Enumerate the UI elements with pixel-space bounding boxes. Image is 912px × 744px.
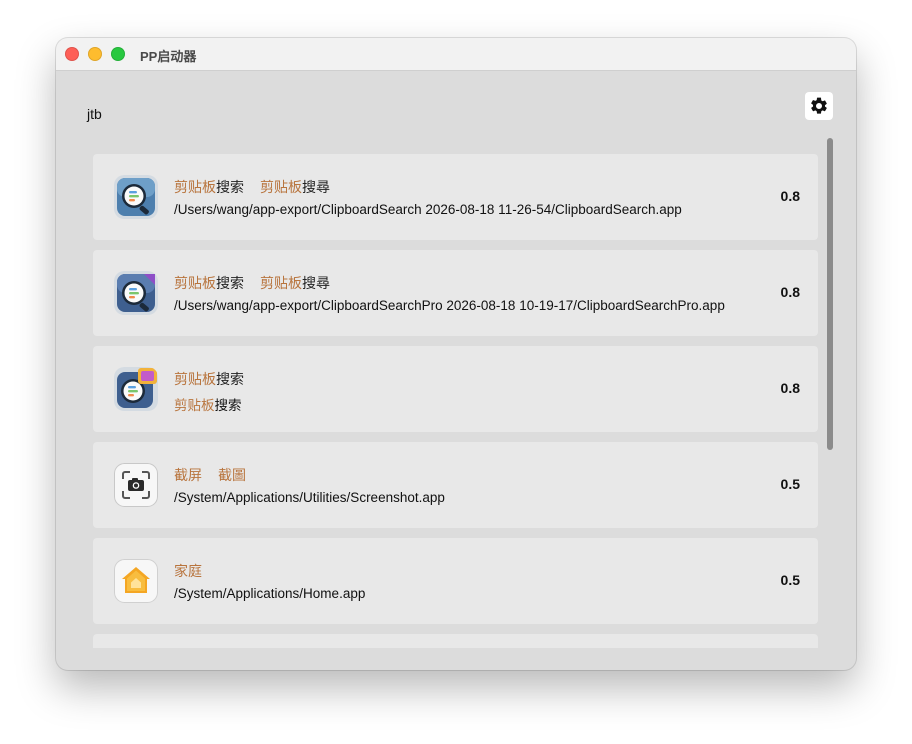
result-name-highlight: 剪贴板: [174, 275, 216, 291]
result-name-highlight: 家庭: [174, 563, 202, 579]
search-query-input[interactable]: jtb: [87, 106, 102, 122]
result-alt-name: 搜尋: [302, 275, 330, 291]
result-row-partial[interactable]: [93, 634, 818, 648]
result-score: 0.8: [780, 188, 800, 204]
result-row[interactable]: 截屏 截圖 /System/Applications/Utilities/Scre…: [93, 442, 818, 528]
minimize-button[interactable]: [88, 47, 102, 61]
screenshot-icon: [114, 463, 158, 507]
result-row[interactable]: 剪贴板搜索 剪贴板搜索 0.8: [93, 346, 818, 432]
result-score: 0.5: [780, 476, 800, 492]
result-alt-name: 搜尋: [302, 179, 330, 195]
clipboard-search-dev-icon: [114, 367, 158, 411]
clipboard-search-pro-icon: [114, 271, 158, 315]
zoom-button[interactable]: [111, 47, 125, 61]
results-list: 剪贴板搜索 剪贴板搜尋 /Users/wang/app-export/Clipbo…: [93, 154, 819, 648]
result-name-highlight: 剪贴板: [174, 371, 216, 387]
result-path-highlight: 剪贴板: [174, 398, 215, 413]
result-name: 搜索: [216, 275, 244, 291]
title-bar: PP启动器: [56, 38, 856, 71]
result-score: 0.8: [780, 380, 800, 396]
result-score: 0.5: [780, 572, 800, 588]
settings-button[interactable]: [805, 92, 833, 120]
window-title: PP启动器: [140, 49, 197, 64]
result-score: 0.8: [780, 284, 800, 300]
result-path: /Users/wang/app-export/ClipboardSearchPr…: [174, 298, 725, 313]
clipboard-search-icon: [114, 175, 158, 219]
result-name: 搜索: [216, 371, 244, 387]
home-icon: [114, 559, 158, 603]
scrollbar-thumb[interactable]: [827, 138, 833, 450]
launcher-window: PP启动器 jtb 剪贴板搜索 剪贴板搜尋 /Users/wang/app-ex…: [56, 38, 856, 670]
result-path: /System/Applications/Utilities/Screensho…: [174, 490, 445, 505]
close-button[interactable]: [65, 47, 79, 61]
result-alt-name-highlight: 剪贴板: [260, 275, 302, 291]
result-alt-name-highlight: 剪贴板: [260, 179, 302, 195]
result-path: /System/Applications/Home.app: [174, 586, 366, 601]
result-name-highlight: 剪贴板: [174, 179, 216, 195]
result-path: 搜索: [214, 398, 242, 413]
gear-icon: [811, 97, 827, 114]
result-name-highlight: 截屏: [174, 467, 202, 483]
result-name: 搜索: [216, 179, 244, 195]
result-alt-name-highlight: 截圖: [218, 467, 246, 483]
result-row[interactable]: 剪贴板搜索 剪贴板搜尋 /Users/wang/app-export/Clipbo…: [93, 154, 818, 240]
result-path: /Users/wang/app-export/ClipboardSearch 2…: [174, 202, 682, 217]
result-row[interactable]: 剪贴板搜索 剪贴板搜尋 /Users/wang/app-export/Clipbo…: [93, 250, 818, 336]
result-row[interactable]: 家庭 /System/Applications/Home.app 0.5: [93, 538, 818, 624]
